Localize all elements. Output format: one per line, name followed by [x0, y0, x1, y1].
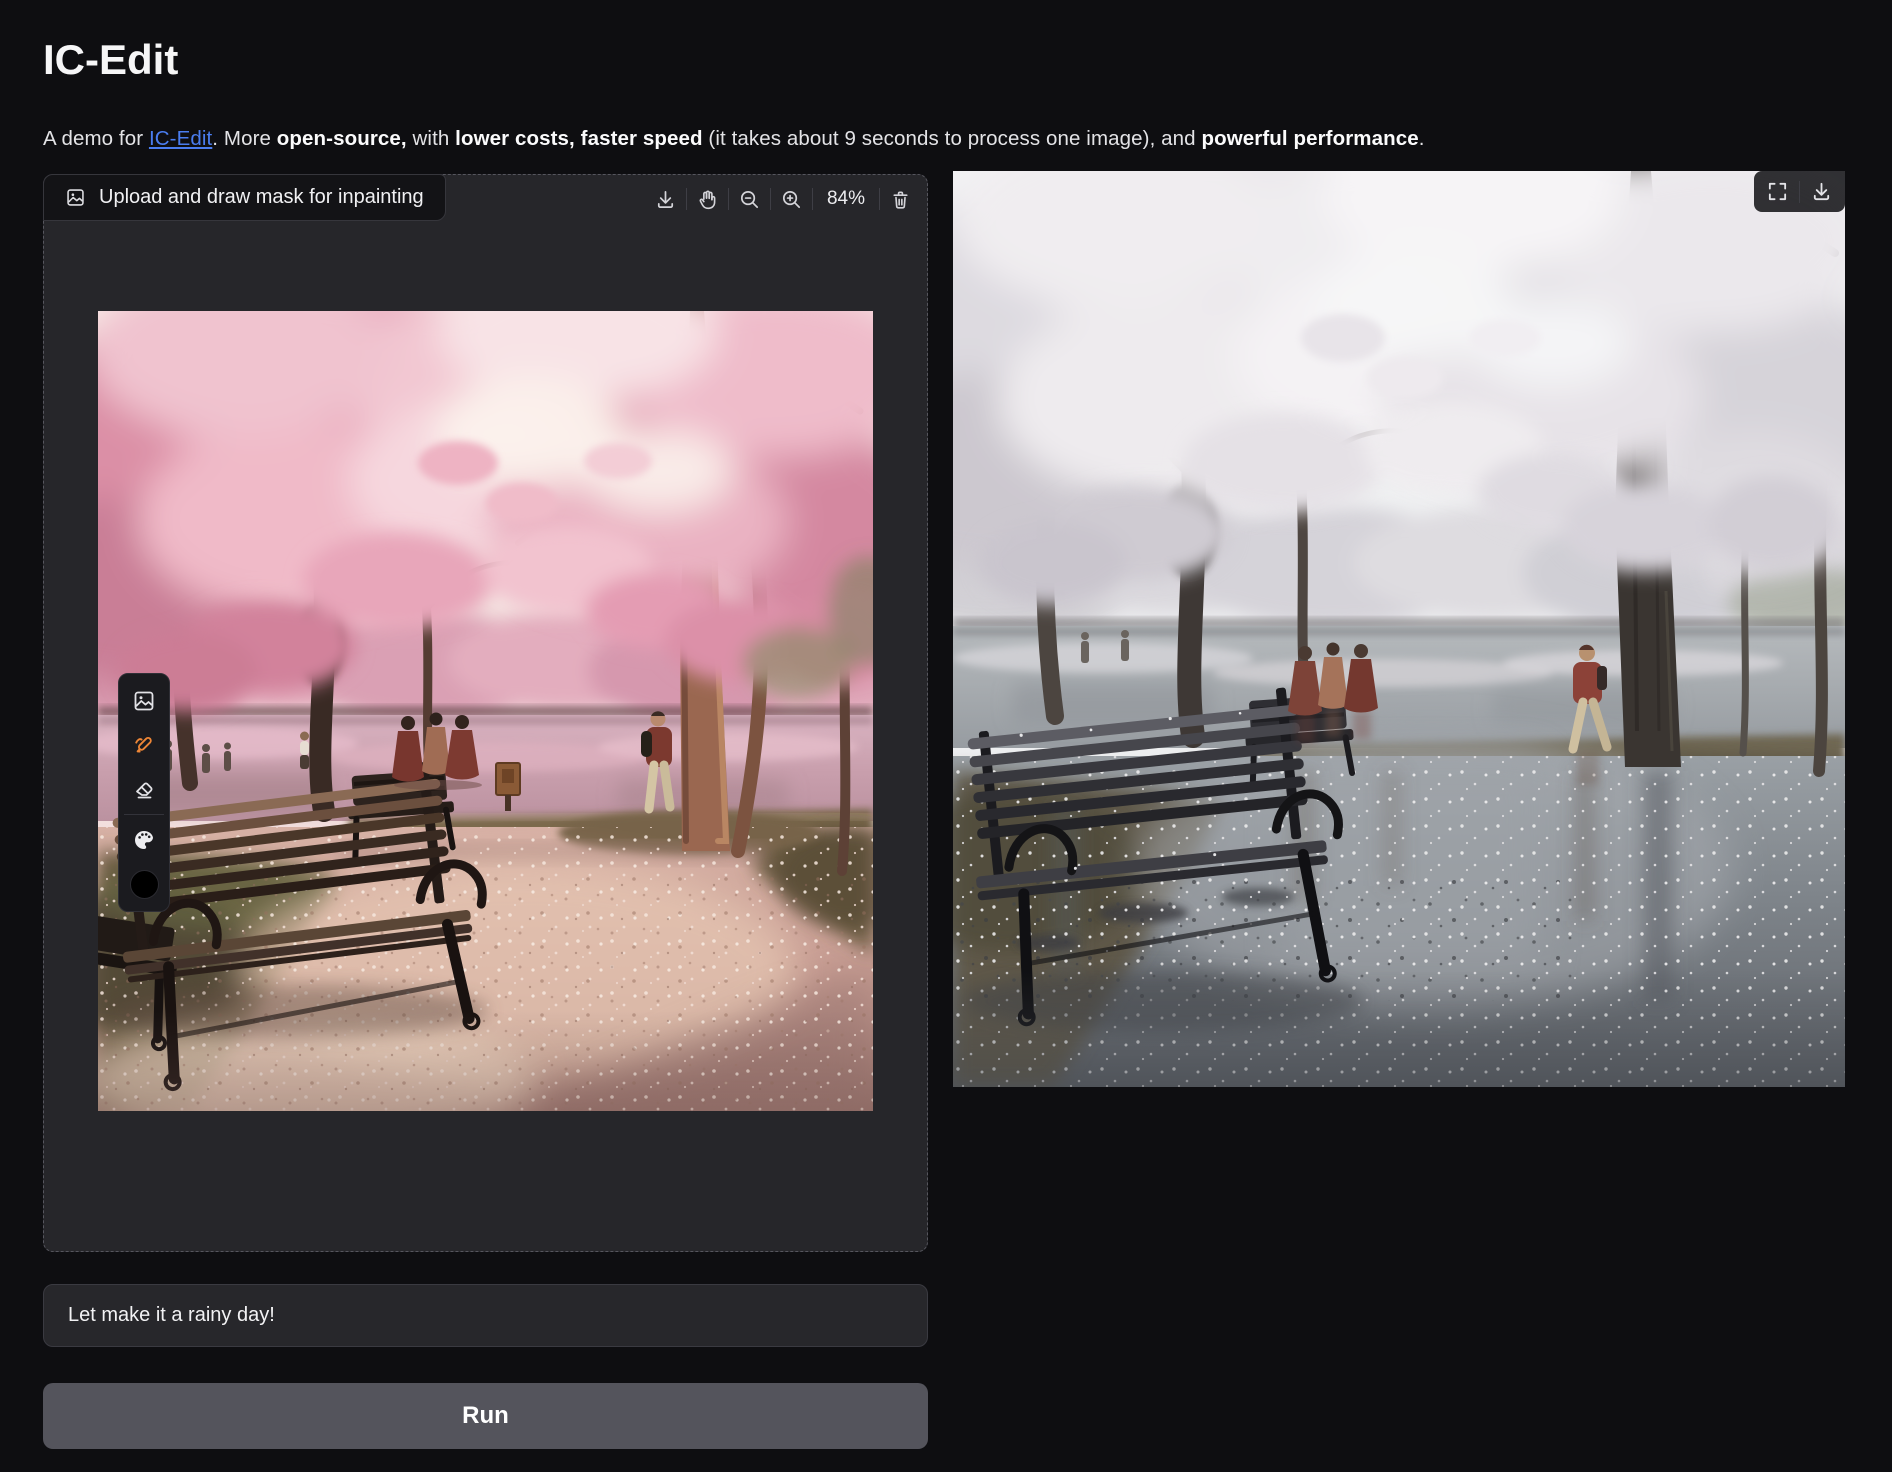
pan-button[interactable] — [690, 179, 725, 219]
image-editor-panel: Upload and draw mask for inpainting — [43, 174, 928, 1252]
output-download-button[interactable] — [1803, 172, 1840, 212]
image-tool-button[interactable] — [122, 679, 166, 723]
palette-tool-button[interactable] — [122, 818, 166, 862]
download-icon — [1810, 180, 1833, 203]
app-page: IC-Edit A demo for IC-Edit. More open-so… — [0, 0, 1892, 1472]
ic-edit-link[interactable]: IC-Edit — [149, 127, 212, 150]
demo-description: A demo for IC-Edit. More open-source, wi… — [43, 127, 1425, 151]
draw-tool-button[interactable] — [122, 723, 166, 767]
image-icon — [132, 689, 156, 713]
image-icon — [65, 187, 86, 208]
editor-toolbar: 84% — [648, 178, 918, 220]
color-swatch — [130, 870, 159, 899]
palette-divider — [124, 814, 164, 815]
zoom-out-icon — [738, 188, 761, 211]
fullscreen-button[interactable] — [1759, 172, 1796, 212]
toolbar-divider — [686, 188, 687, 210]
toolbar-divider — [1799, 181, 1800, 203]
color-swatch-button[interactable] — [122, 862, 166, 906]
fullscreen-icon — [1766, 180, 1789, 203]
run-button[interactable]: Run — [43, 1383, 928, 1449]
edit-tool-palette — [118, 673, 170, 912]
clear-image-button[interactable] — [883, 179, 918, 219]
editor-tab: Upload and draw mask for inpainting — [43, 174, 446, 221]
download-button[interactable] — [648, 179, 683, 219]
zoom-in-icon — [780, 188, 803, 211]
zoom-out-button[interactable] — [732, 179, 767, 219]
toolbar-divider — [879, 188, 880, 210]
zoom-in-button[interactable] — [774, 179, 809, 219]
draw-icon — [132, 733, 156, 757]
page-title: IC-Edit — [43, 36, 178, 84]
prompt-input[interactable] — [66, 1303, 905, 1328]
output-toolbar — [1754, 171, 1845, 212]
toolbar-divider — [770, 188, 771, 210]
toolbar-divider — [728, 188, 729, 210]
editor-tab-label: Upload and draw mask for inpainting — [99, 186, 424, 209]
zoom-level: 84% — [816, 188, 876, 210]
trash-icon — [889, 188, 912, 211]
output-image[interactable] — [953, 171, 1845, 1087]
prompt-container — [43, 1284, 928, 1347]
pan-icon — [696, 188, 719, 211]
download-icon — [654, 188, 677, 211]
input-image[interactable] — [98, 311, 873, 1111]
palette-icon — [132, 828, 156, 852]
toolbar-divider — [812, 188, 813, 210]
erase-tool-button[interactable] — [122, 767, 166, 811]
eraser-icon — [132, 777, 156, 801]
